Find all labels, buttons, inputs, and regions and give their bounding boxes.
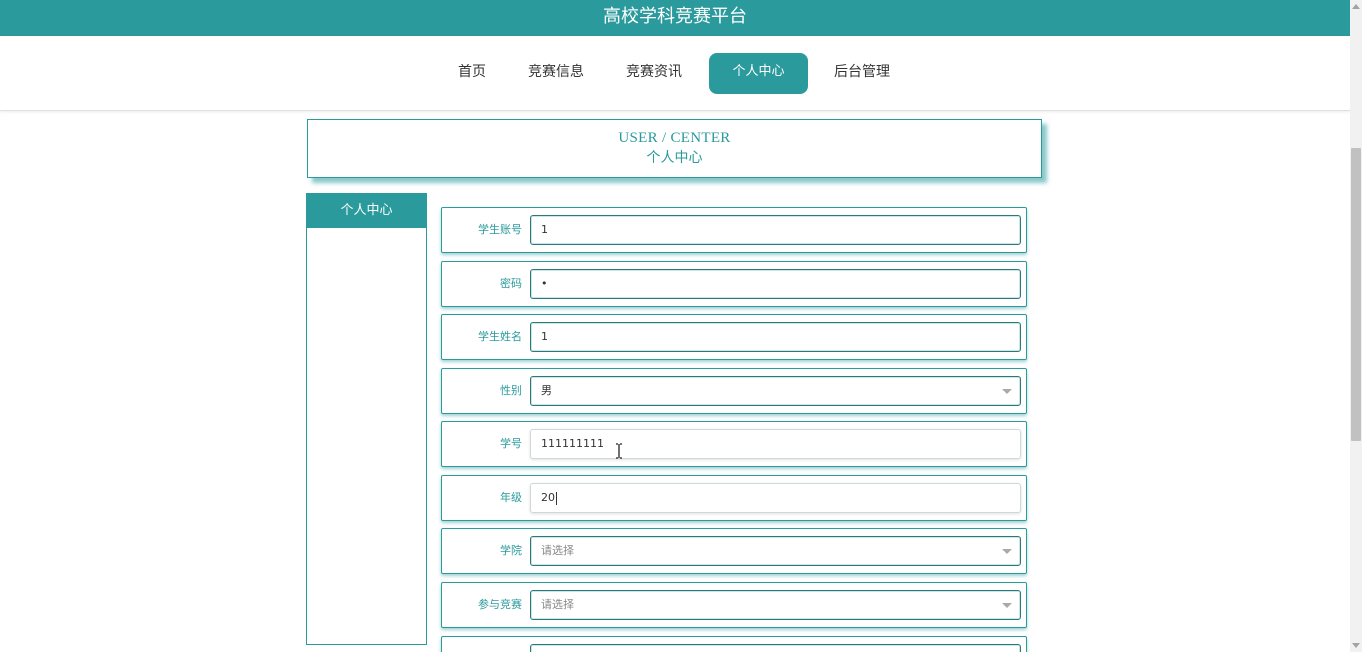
grade-label: 年级: [500, 491, 522, 504]
college-label: 学院: [500, 544, 522, 557]
form-row-student-account: 学生账号 1: [441, 207, 1027, 253]
page-banner: USER / CENTER 个人中心: [307, 119, 1042, 178]
main-nav: 首页 竞赛信息 竞赛资讯 个人中心 后台管理: [0, 36, 1350, 111]
chevron-down-icon: [1002, 549, 1012, 554]
form-row-gender: 性别 男: [441, 368, 1027, 414]
nav-item-user-center[interactable]: 个人中心: [709, 53, 808, 94]
scroll-down-icon[interactable]: [1352, 643, 1360, 648]
competition-select[interactable]: 请选择: [530, 590, 1021, 620]
student-account-input[interactable]: 1: [530, 215, 1021, 245]
competition-label: 参与竞赛: [478, 598, 522, 611]
page: 高校学科竞赛平台 首页 竞赛信息 竞赛资讯 个人中心 后台管理 USER / C…: [0, 0, 1362, 652]
site-header: 高校学科竞赛平台: [0, 0, 1350, 36]
text-cursor-icon: [616, 443, 622, 459]
grade-input-value: 20: [541, 491, 555, 504]
student-number-input[interactable]: 111111111: [530, 429, 1021, 459]
student-name-label: 学生姓名: [478, 330, 522, 343]
student-number-label: 学号: [500, 437, 522, 450]
nav-item-home[interactable]: 首页: [449, 53, 495, 94]
form-row-student-name: 学生姓名 1: [441, 314, 1027, 360]
next-field[interactable]: [530, 644, 1021, 652]
form-row-college: 学院 请选择: [441, 528, 1027, 574]
chevron-down-icon: [1002, 603, 1012, 608]
nav-item-admin[interactable]: 后台管理: [826, 53, 898, 94]
vertical-scrollbar[interactable]: [1350, 0, 1362, 652]
form-row-next: [441, 636, 1027, 652]
college-select[interactable]: 请选择: [530, 536, 1021, 566]
sidebar-item-user-center[interactable]: 个人中心: [307, 194, 426, 228]
college-select-value: 请选择: [541, 544, 574, 557]
gender-select-value: 男: [541, 384, 552, 397]
password-label: 密码: [500, 277, 522, 290]
scroll-up-icon[interactable]: [1352, 4, 1360, 9]
nav-item-competition-news[interactable]: 竞赛资讯: [618, 53, 690, 94]
gender-select[interactable]: 男: [530, 376, 1021, 406]
form-row-student-number: 学号 111111111: [441, 421, 1027, 467]
form-row-grade: 年级 20: [441, 475, 1027, 521]
password-input[interactable]: •: [530, 269, 1021, 299]
text-caret: [556, 491, 557, 505]
grade-input[interactable]: 20: [530, 483, 1021, 513]
banner-title-cn: 个人中心: [646, 150, 703, 166]
nav-item-competition-info[interactable]: 竞赛信息: [520, 53, 592, 94]
gender-label: 性别: [500, 384, 522, 397]
student-account-label: 学生账号: [478, 223, 522, 236]
student-name-input[interactable]: 1: [530, 322, 1021, 352]
form-row-competition: 参与竞赛 请选择: [441, 582, 1027, 628]
competition-select-value: 请选择: [541, 598, 574, 611]
site-title: 高校学科竞赛平台: [603, 6, 747, 27]
form-row-password: 密码 •: [441, 261, 1027, 307]
scrollbar-thumb[interactable]: [1351, 148, 1361, 441]
chevron-down-icon: [1002, 389, 1012, 394]
sidebar: 个人中心: [306, 193, 427, 645]
banner-title-en: USER / CENTER: [618, 130, 731, 146]
